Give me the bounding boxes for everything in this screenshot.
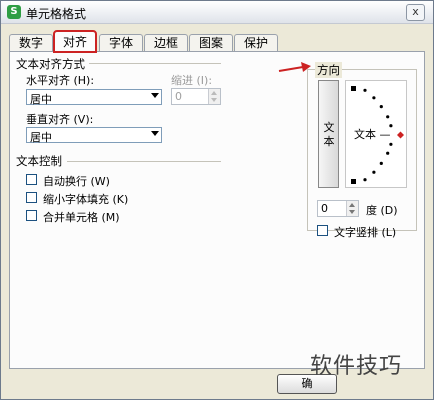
orientation-dial[interactable]: 文本 —: [345, 80, 407, 188]
format-cells-dialog: S 单元格格式 x 数字 对齐 字体 边框 图案 保护 文本对齐方式 水平对齐 …: [0, 0, 434, 400]
chevron-down-icon: [151, 131, 159, 136]
text-alignment-group-label: 文本对齐方式: [16, 57, 85, 71]
dialog-title: 单元格格式: [26, 7, 87, 21]
merge-cells-checkbox[interactable]: [26, 210, 37, 221]
horizontal-align-label: 水平对齐 (H):: [26, 74, 95, 87]
shrink-to-fit-checkbox[interactable]: [26, 192, 37, 203]
horizontal-align-select[interactable]: 居中: [26, 89, 162, 106]
indent-value: 0: [175, 90, 182, 103]
degrees-stepper[interactable]: 0: [317, 200, 359, 217]
close-button[interactable]: x: [406, 4, 425, 21]
dial-dot: [363, 178, 367, 182]
vertical-align-value: 居中: [30, 131, 52, 144]
dial-dot: [389, 142, 393, 146]
spin-down-icon: [211, 98, 217, 102]
chevron-down-icon: [151, 93, 159, 98]
dial-dot: [372, 170, 376, 174]
dial-pointer: [397, 131, 404, 139]
spin-up-icon: [349, 203, 355, 207]
title-bar: S 单元格格式 x: [1, 1, 433, 24]
dial-end-mark-top: [351, 86, 356, 91]
wrap-text-checkbox[interactable]: [26, 174, 37, 185]
spin-down-icon: [349, 210, 355, 214]
vertical-align-label: 垂直对齐 (V):: [26, 113, 94, 126]
tab-border[interactable]: 边框: [144, 34, 188, 51]
vertical-text-button[interactable]: 文本: [318, 80, 339, 188]
degrees-value: 0: [321, 202, 328, 215]
shrink-to-fit-label: 缩小字体填充 (K): [43, 193, 129, 206]
text-control-group-label: 文本控制: [16, 154, 62, 168]
degrees-label: 度 (D): [366, 204, 398, 217]
wps-app-icon: S: [7, 5, 21, 19]
vertical-layout-checkbox[interactable]: [317, 225, 328, 236]
degrees-spin-buttons[interactable]: [346, 201, 358, 216]
dial-dot: [372, 96, 376, 100]
dial-dot: [386, 115, 390, 119]
dial-dot: [379, 161, 383, 165]
watermark-text: 软件技巧: [310, 354, 403, 379]
group-divider: [67, 161, 221, 162]
dial-dot: [386, 151, 390, 155]
dial-dot: [363, 88, 367, 92]
indent-label: 缩进 (I):: [171, 74, 213, 87]
tab-protection[interactable]: 保护: [234, 34, 278, 51]
vertical-text-button-label: 文本: [323, 121, 335, 148]
merge-cells-label: 合并单元格 (M): [43, 211, 120, 224]
orientation-group-label: 方向: [315, 62, 342, 78]
horizontal-align-value: 居中: [30, 93, 52, 106]
tab-alignment[interactable]: 对齐: [53, 30, 97, 53]
indent-spin-buttons[interactable]: [208, 89, 220, 104]
dial-end-mark-bottom: [351, 179, 356, 184]
tab-font[interactable]: 字体: [99, 34, 143, 51]
wrap-text-label: 自动换行 (W): [43, 175, 110, 188]
dial-text-sample: 文本 —: [354, 128, 391, 141]
vertical-align-select[interactable]: 居中: [26, 127, 162, 144]
tab-pattern[interactable]: 图案: [189, 34, 233, 51]
spin-up-icon: [211, 91, 217, 95]
indent-stepper[interactable]: 0: [171, 88, 221, 105]
vertical-layout-label: 文字竖排 (L): [334, 226, 397, 239]
dial-dot: [379, 105, 383, 109]
tab-number[interactable]: 数字: [9, 34, 53, 51]
group-divider: [89, 63, 221, 64]
